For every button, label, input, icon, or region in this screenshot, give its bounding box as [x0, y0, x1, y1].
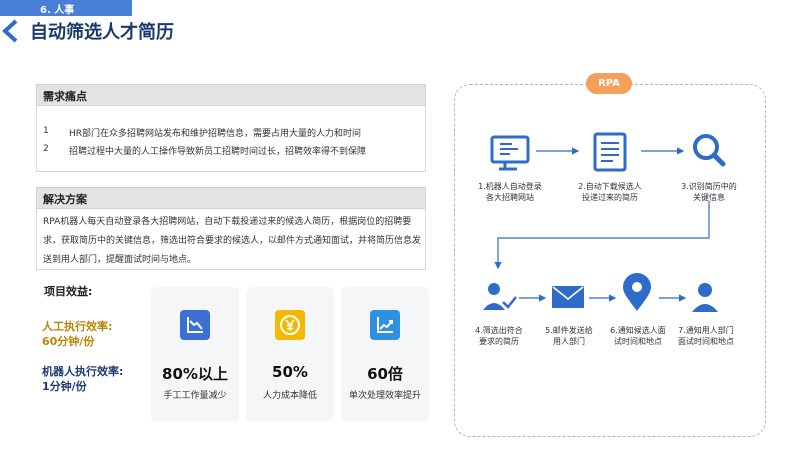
- flow-step-3: 3.识别简历中的 关键信息: [667, 181, 751, 203]
- flow-step-text: 3.识别简历中的: [681, 182, 737, 191]
- mail-icon: [552, 286, 584, 308]
- flow-step-text: 7.通知用人部门: [678, 326, 734, 335]
- flow-arrow: [494, 201, 710, 270]
- rpa-flow-diagram: [483, 132, 726, 312]
- person-icon: [692, 283, 718, 312]
- magnifier-icon: [693, 134, 726, 167]
- flow-step-7: 7.通知用人部门 面试时间和地点: [664, 325, 748, 347]
- location-pin-icon: [623, 273, 651, 311]
- user-select-icon: [483, 283, 517, 310]
- flow-step-text: 1.机器人自动登录: [478, 182, 542, 191]
- flow-step-text: 各大招聘网站: [486, 193, 534, 202]
- document-icon: [593, 132, 627, 172]
- flow-step-text: 投递过来的简历: [582, 193, 638, 202]
- flow-step-1: 1.机器人自动登录 各大招聘网站: [468, 181, 552, 203]
- flow-step-2: 2.自动下载候选人 投递过来的简历: [568, 181, 652, 203]
- flow-step-text: 关键信息: [693, 193, 725, 202]
- flow-step-text: 面试时间和地点: [678, 337, 734, 346]
- flow-step-text: 2.自动下载候选人: [578, 182, 642, 191]
- monitor-icon: [490, 135, 530, 171]
